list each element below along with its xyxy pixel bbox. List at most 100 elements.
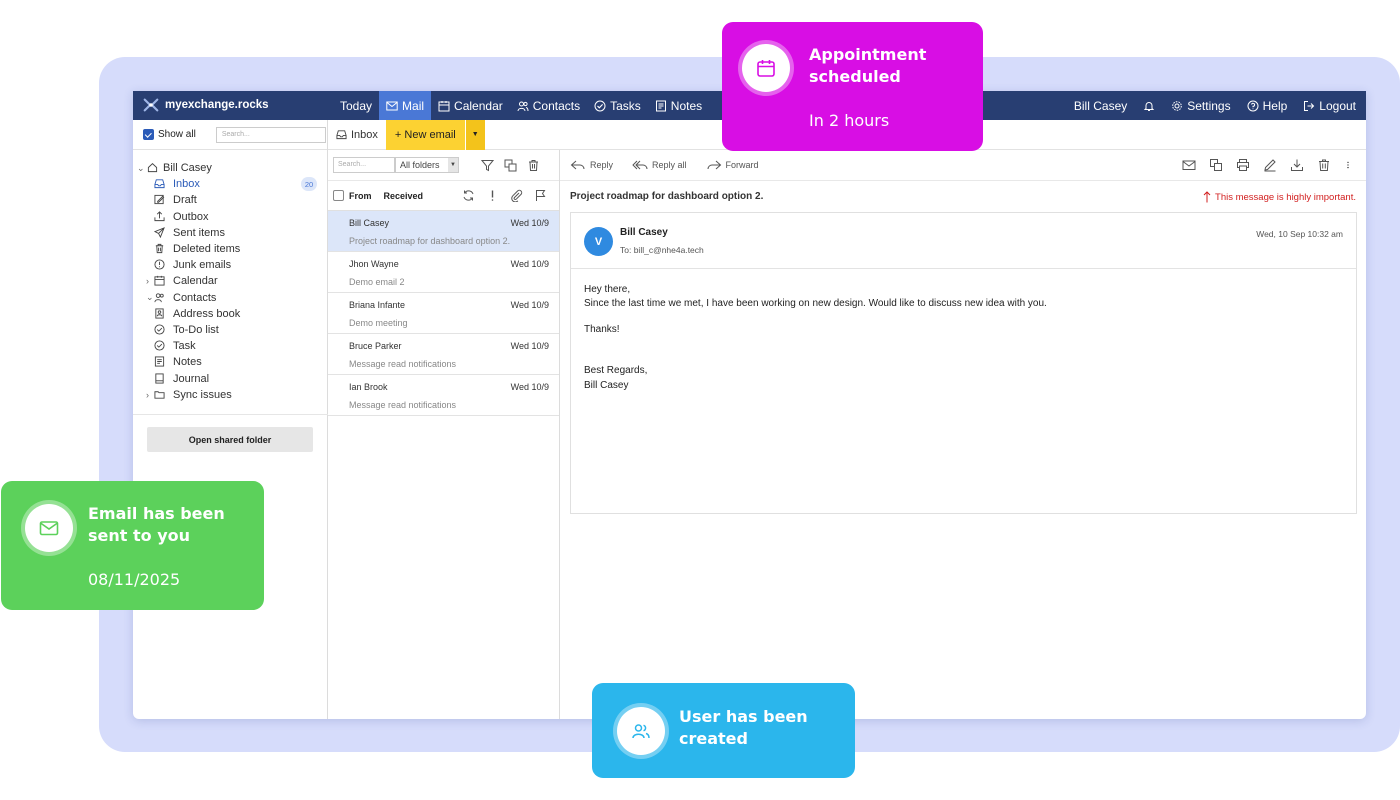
copy-icon[interactable] (1209, 158, 1223, 172)
inbox-icon (154, 178, 166, 190)
tree-root-bill-casey[interactable]: ⌄ Bill Casey (133, 160, 327, 176)
sidebar-item-calendar[interactable]: › Calendar (133, 273, 327, 289)
mail-app-window: myexchange.rocks Today Mail Calendar Con… (133, 91, 1366, 719)
message-row[interactable]: Briana Infante Wed 10/9 Demo meeting (328, 293, 559, 334)
reply-all-button[interactable]: Reply all (632, 159, 687, 171)
message-list-toolbar: Search... All folders ▼ (328, 150, 559, 181)
sidebar-item-label: Inbox (173, 178, 200, 191)
app-logo[interactable]: myexchange.rocks (142, 96, 269, 114)
nav-contacts[interactable]: Contacts (510, 91, 587, 120)
sidebar-item-outbox[interactable]: Outbox (133, 209, 327, 225)
sidebar-divider (133, 414, 328, 415)
column-received[interactable]: Received (384, 191, 424, 201)
nav-today[interactable]: Today (333, 91, 379, 120)
attachment-icon[interactable] (510, 189, 523, 202)
sidebar-item-junk-emails[interactable]: Junk emails (133, 257, 327, 273)
sender-name[interactable]: Bill Casey (620, 227, 668, 238)
download-icon[interactable] (1290, 158, 1304, 172)
importance-text: This message is highly important. (1215, 191, 1356, 203)
outbox-icon (154, 210, 166, 223)
gear-icon (1172, 100, 1183, 111)
notifications-button[interactable] (1143, 100, 1155, 112)
importance-notice: This message is highly important. (1203, 191, 1356, 203)
message-list-header: From Received (328, 181, 559, 211)
sidebar-item-address-book[interactable]: Address book (133, 306, 327, 322)
column-from[interactable]: From (349, 191, 372, 201)
nav-tasks[interactable]: Tasks (587, 91, 648, 120)
reading-pane: Reply Reply all Forward Project roadmap … (560, 150, 1366, 719)
inbox-breadcrumb[interactable]: Inbox (328, 120, 386, 150)
user-name[interactable]: Bill Casey (1074, 99, 1127, 113)
refresh-icon[interactable] (462, 189, 475, 202)
message-search-input[interactable]: Search... (333, 157, 395, 173)
chevron-right-icon[interactable]: › (146, 390, 149, 400)
print-icon[interactable] (1236, 158, 1250, 172)
copy-icon[interactable] (504, 159, 517, 172)
sidebar-item-journal[interactable]: Journal (133, 370, 327, 386)
settings-button[interactable]: Settings (1171, 99, 1231, 113)
new-email-dropdown[interactable]: ▼ (464, 119, 485, 150)
todo-icon (154, 324, 166, 336)
reader-toolbar: Reply Reply all Forward (560, 150, 1366, 181)
reply-icon (570, 160, 585, 170)
message-header: V Bill Casey To: bill_c@nhe4a.tech Wed, … (571, 213, 1356, 269)
sidebar-item-label: Address book (173, 307, 241, 320)
message-row[interactable]: Ian Brook Wed 10/9 Message read notifica… (328, 375, 559, 416)
sidebar-item-sync-issues[interactable]: › Sync issues (133, 387, 327, 403)
message-row[interactable]: Bill Casey Wed 10/9 Project roadmap for … (328, 211, 559, 252)
sidebar-item-deleted-items[interactable]: Deleted items (133, 241, 327, 257)
sidebar-item-draft[interactable]: Draft (133, 192, 327, 208)
chevron-right-icon[interactable]: › (146, 276, 149, 286)
new-email-button[interactable]: + New email (385, 119, 465, 150)
sidebar-item-contacts[interactable]: ⌄ Contacts (133, 290, 327, 306)
folder-select[interactable]: All folders ▼ (395, 157, 459, 173)
logout-button[interactable]: Logout (1303, 99, 1356, 113)
sidebar-item-label: Journal (173, 372, 210, 385)
nav-notes[interactable]: Notes (648, 91, 709, 120)
nav-tasks-label: Tasks (610, 98, 641, 113)
open-shared-folder-button[interactable]: Open shared folder (147, 427, 313, 452)
reply-button[interactable]: Reply (570, 159, 613, 171)
message-row[interactable]: Jhon Wayne Wed 10/9 Demo email 2 (328, 252, 559, 293)
sidebar-item-inbox[interactable]: Inbox 20 (133, 176, 327, 192)
message-date: Wed 10/9 (510, 218, 549, 228)
nav-today-label: Today (340, 98, 373, 113)
sidebar-item-sent-items[interactable]: Sent items (133, 225, 327, 241)
message-subject: Message read notifications (349, 400, 457, 410)
edit-icon[interactable] (1263, 158, 1277, 172)
body-line: Best Regards, (584, 364, 648, 376)
body-line: Since the last time we met, I have been … (584, 297, 1047, 309)
email-toast[interactable]: Email has been sent to you 08/11/2025 (1, 481, 264, 610)
toast-subtitle: 08/11/2025 (88, 570, 181, 589)
trash-icon[interactable] (1317, 158, 1331, 172)
nav-calendar[interactable]: Calendar (431, 91, 510, 120)
mail-icon (386, 101, 398, 110)
message-from: Bruce Parker (349, 341, 402, 351)
forward-label: Forward (725, 160, 759, 170)
more-vertical-icon[interactable] (1344, 158, 1352, 172)
forward-button[interactable]: Forward (706, 159, 759, 171)
importance-icon[interactable] (486, 189, 499, 202)
chevron-down-icon[interactable]: ⌄ (137, 163, 145, 174)
sidebar-item-task[interactable]: Task (133, 338, 327, 354)
message-date: Wed 10/9 (510, 341, 549, 351)
nav-mail[interactable]: Mail (379, 91, 432, 120)
sidebar-item-notes[interactable]: Notes (133, 354, 327, 370)
recipient-line: To: bill_c@nhe4a.tech (620, 245, 704, 255)
show-all-checkbox[interactable] (143, 129, 154, 140)
filter-icon[interactable] (481, 159, 494, 172)
folder-search-input[interactable]: Search... (215, 126, 326, 143)
trash-icon[interactable] (527, 159, 540, 172)
select-all-checkbox[interactable] (333, 190, 344, 201)
mail-icon[interactable] (1182, 158, 1196, 172)
reply-all-label: Reply all (652, 160, 687, 170)
calendar-icon (438, 100, 450, 111)
flag-icon[interactable] (534, 189, 547, 202)
user-created-toast[interactable]: User has been created (592, 683, 855, 778)
help-button[interactable]: Help (1247, 99, 1287, 113)
appointment-toast[interactable]: Appointment scheduled In 2 hours (722, 22, 983, 151)
sidebar-item-to-do-list[interactable]: To-Do list (133, 322, 327, 338)
chevron-down-icon[interactable]: ⌄ (146, 292, 154, 303)
folder-sidebar: Show all Search... ⌄ Bill Casey Inbox 20… (133, 120, 328, 719)
message-row[interactable]: Bruce Parker Wed 10/9 Message read notif… (328, 334, 559, 375)
